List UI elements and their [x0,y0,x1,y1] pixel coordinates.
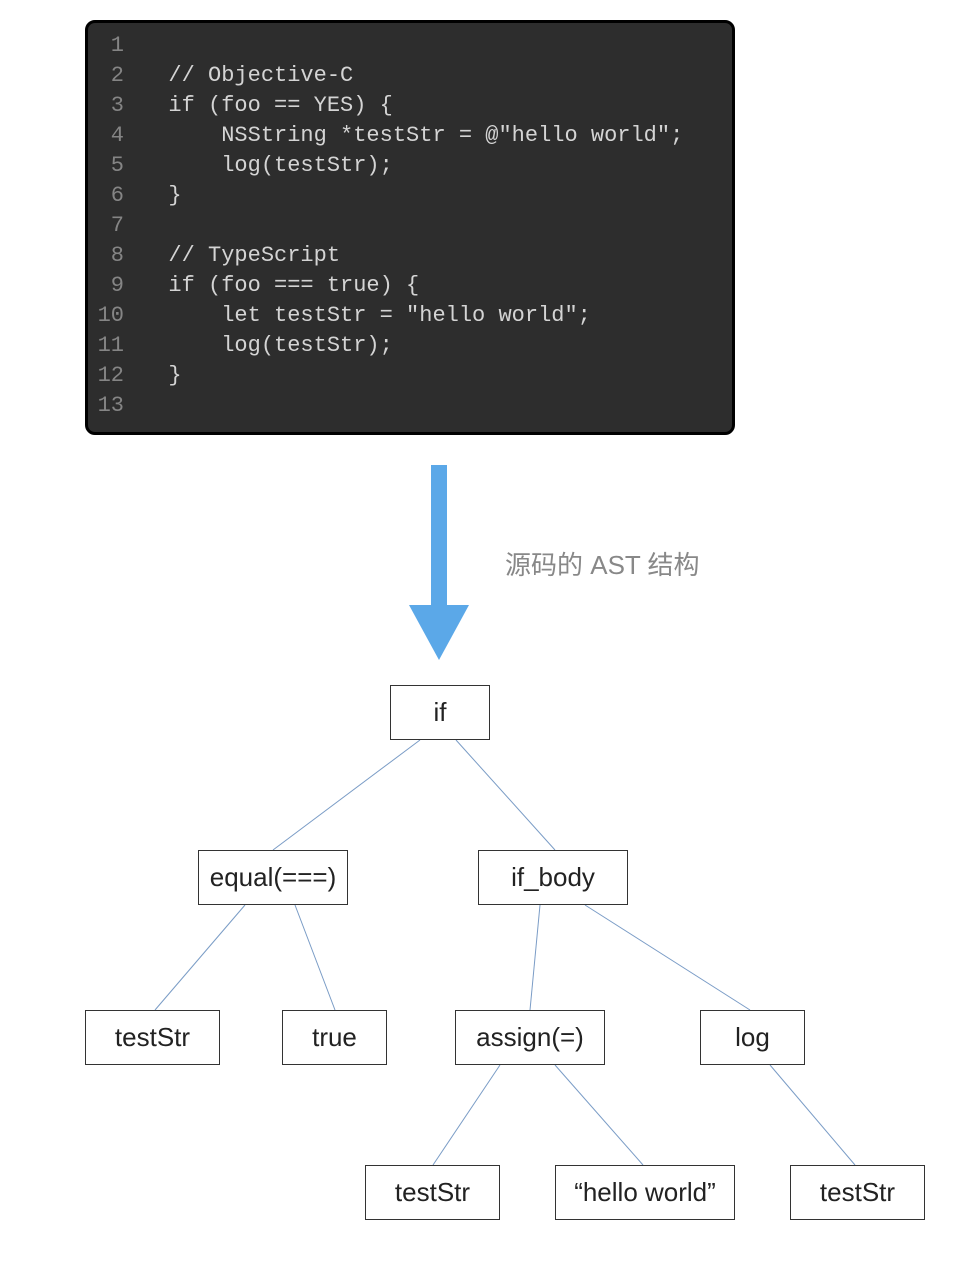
code-line: 6 } [88,181,732,211]
line-number: 9 [88,271,142,301]
line-text: } [142,181,182,211]
line-text: log(testStr); [142,151,393,181]
tree-node-assign: assign(=) [455,1010,605,1065]
tree-node-equal: equal(===) [198,850,348,905]
line-text: if (foo === true) { [142,271,419,301]
code-line: 9 if (foo === true) { [88,271,732,301]
code-line: 8 // TypeScript [88,241,732,271]
line-text: NSString *testStr = @"hello world"; [142,121,683,151]
line-number: 3 [88,91,142,121]
code-line: 11 log(testStr); [88,331,732,361]
line-number: 7 [88,211,142,241]
down-arrow-icon [409,465,469,660]
code-line: 4 NSString *testStr = @"hello world"; [88,121,732,151]
line-text: log(testStr); [142,331,393,361]
tree-node-if-body: if_body [478,850,628,905]
line-number: 1 [88,31,142,61]
code-line: 3 if (foo == YES) { [88,91,732,121]
code-line: 13 [88,391,732,421]
code-line: 5 log(testStr); [88,151,732,181]
line-text: // TypeScript [142,241,340,271]
tree-node-hello-world: “hello world” [555,1165,735,1220]
line-number: 5 [88,151,142,181]
code-line: 12 } [88,361,732,391]
tree-node-teststr: testStr [85,1010,220,1065]
line-number: 10 [88,301,142,331]
arrow-section: 源码的 AST 结构 [0,465,968,665]
tree-node-teststr: testStr [365,1165,500,1220]
arrow-label: 源码的 AST 结构 [505,545,700,582]
line-text: // Objective-C [142,61,353,91]
code-line: 7 [88,211,732,241]
tree-node-if: if [390,685,490,740]
tree-node-teststr: testStr [790,1165,925,1220]
line-number: 8 [88,241,142,271]
line-text: } [142,361,182,391]
line-number: 6 [88,181,142,211]
code-editor: 1 2 // Objective-C 3 if (foo == YES) { 4… [85,20,735,435]
tree-node-true: true [282,1010,387,1065]
line-number: 4 [88,121,142,151]
line-text: if (foo == YES) { [142,91,393,121]
code-line: 10 let testStr = "hello world"; [88,301,732,331]
line-text: let testStr = "hello world"; [142,301,591,331]
line-number: 12 [88,361,142,391]
line-number: 11 [88,331,142,361]
code-line: 1 [88,31,732,61]
line-number: 2 [88,61,142,91]
tree-node-log: log [700,1010,805,1065]
line-number: 13 [88,391,142,421]
code-content: 1 2 // Objective-C 3 if (foo == YES) { 4… [88,23,732,429]
ast-tree: if equal(===) if_body testStr true assig… [0,670,968,1270]
code-line: 2 // Objective-C [88,61,732,91]
